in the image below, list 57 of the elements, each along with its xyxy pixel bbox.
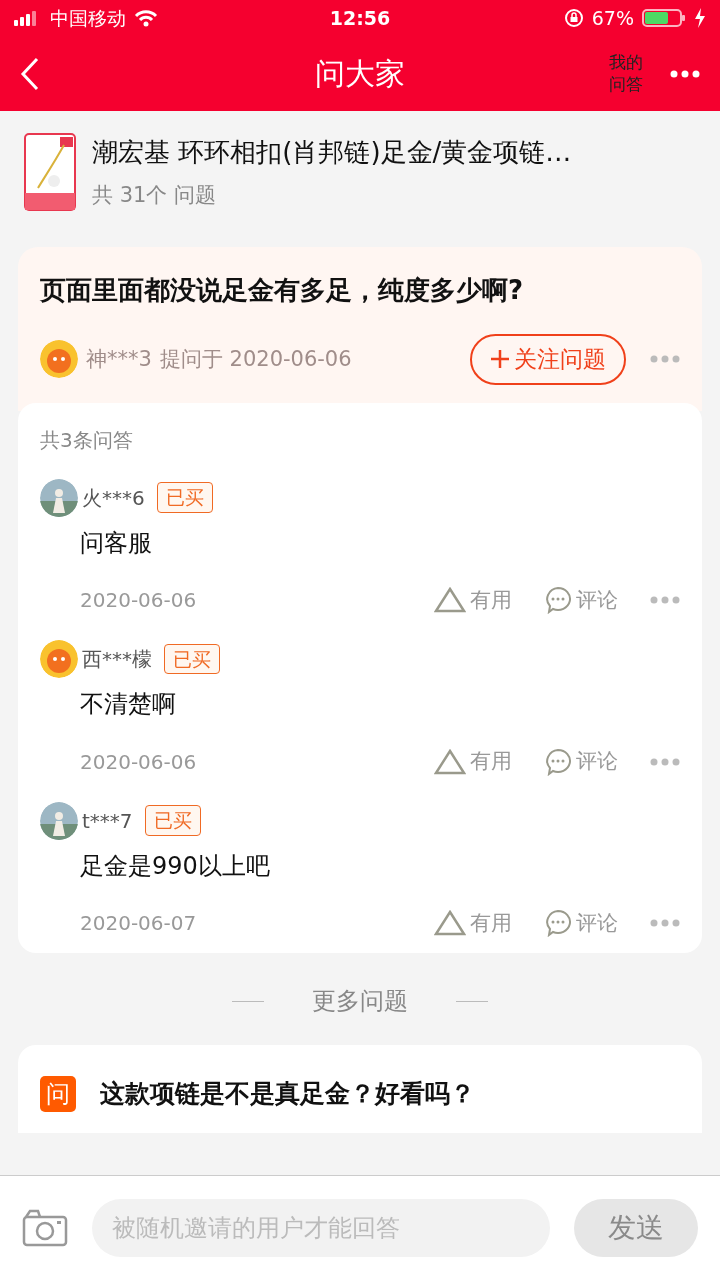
section-heading: 更多问题 bbox=[312, 986, 408, 1017]
triangle-icon bbox=[434, 587, 466, 614]
useful-button[interactable]: 有用 bbox=[434, 746, 512, 778]
more-icon[interactable] bbox=[670, 69, 700, 78]
asker-name: 神***3 bbox=[86, 345, 152, 373]
useful-button[interactable]: 有用 bbox=[434, 584, 512, 616]
user-avatar bbox=[40, 640, 78, 678]
product-title[interactable]: 潮宏基 环环相扣(肖邦链)足金/黄金项链… bbox=[92, 132, 572, 172]
battery-percent: 67% bbox=[591, 5, 634, 31]
user-name: t***7 bbox=[82, 807, 133, 835]
user-avatar bbox=[40, 801, 78, 840]
back-icon[interactable] bbox=[20, 56, 40, 91]
answer-date: 2020-06-06 bbox=[80, 748, 197, 776]
plus-icon bbox=[490, 349, 510, 370]
product-thumbnail-icon bbox=[24, 133, 76, 211]
answer-date: 2020-06-07 bbox=[80, 910, 197, 938]
answer-count: 共3条问答 bbox=[40, 426, 134, 454]
asked-date: 提问于 2020-06-06 bbox=[159, 345, 352, 373]
answer-text: 问客服 bbox=[80, 527, 153, 559]
rotation-lock-icon bbox=[563, 8, 584, 28]
answer-text: 不清楚啊 bbox=[80, 689, 177, 720]
speech-bubble-icon bbox=[544, 909, 572, 938]
user-avatar bbox=[40, 478, 78, 517]
useful-button[interactable]: 有用 bbox=[434, 907, 512, 939]
follow-button[interactable]: 关注问题 bbox=[470, 334, 626, 385]
triangle-icon bbox=[434, 910, 466, 937]
triangle-icon bbox=[434, 748, 466, 775]
answer-text: 足金是990以上吧 bbox=[80, 850, 271, 882]
more-icon[interactable] bbox=[650, 355, 680, 364]
speech-bubble-icon bbox=[544, 586, 572, 615]
send-button[interactable]: 发送 bbox=[574, 1199, 698, 1257]
answer-date: 2020-06-06 bbox=[80, 587, 197, 615]
battery-icon bbox=[642, 8, 686, 28]
user-name: 火***6 bbox=[82, 484, 145, 512]
question-title[interactable]: 这款项链是不是真足金？好看吗？ bbox=[100, 1075, 475, 1113]
camera-icon[interactable] bbox=[22, 1209, 68, 1247]
charging-icon bbox=[694, 8, 706, 28]
wifi-icon bbox=[134, 9, 158, 27]
my-answers-link[interactable]: 我的问答 bbox=[608, 52, 646, 95]
user-avatar bbox=[40, 340, 78, 379]
question-tag: 问 bbox=[40, 1075, 76, 1112]
more-icon[interactable] bbox=[650, 919, 680, 928]
carrier-name: 中国移动 bbox=[50, 5, 126, 31]
purchased-tag: 已买 bbox=[156, 482, 213, 513]
speech-bubble-icon bbox=[544, 747, 572, 776]
question-title: 页面里面都没说足金有多足，纯度多少啊? bbox=[40, 274, 525, 307]
more-icon[interactable] bbox=[650, 596, 680, 605]
more-icon[interactable] bbox=[650, 757, 680, 766]
comment-button[interactable]: 评论 bbox=[544, 746, 618, 778]
comment-button[interactable]: 评论 bbox=[544, 584, 618, 616]
purchased-tag: 已买 bbox=[144, 805, 201, 836]
purchased-tag: 已买 bbox=[164, 643, 220, 675]
comment-button[interactable]: 评论 bbox=[544, 907, 618, 939]
status-time: 12:56 bbox=[329, 5, 391, 31]
user-name: 西***檬 bbox=[82, 646, 152, 673]
question-count: 共 31个 问题 bbox=[92, 181, 218, 209]
page-title: 问大家 bbox=[315, 55, 405, 93]
